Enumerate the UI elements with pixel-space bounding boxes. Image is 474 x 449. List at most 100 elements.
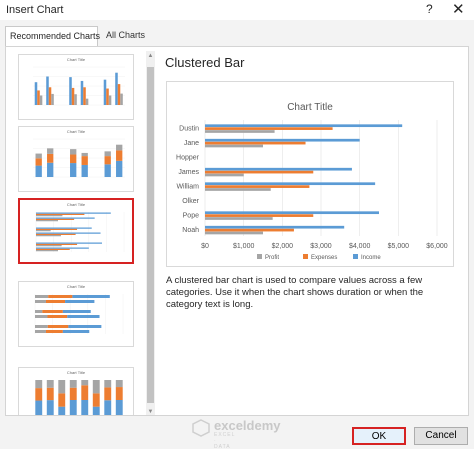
thumb-bar: [35, 165, 42, 177]
tab-recommended-charts[interactable]: Recommended Charts: [5, 26, 100, 46]
cancel-button[interactable]: Cancel: [414, 427, 468, 445]
thumb-bar: [36, 242, 102, 244]
thumb-bar: [70, 149, 77, 155]
thumb-bar: [36, 217, 95, 219]
thumb-bar: [104, 164, 111, 177]
y-category-label: Hopper: [176, 154, 200, 161]
thumb-bar: [36, 247, 89, 249]
thumb-bar: [35, 295, 49, 298]
x-tick-label: $3,000: [310, 243, 332, 250]
thumb-bar: [47, 153, 54, 163]
thumb-bar: [48, 295, 73, 298]
thumb-bar: [62, 330, 90, 333]
thumb-bar: [35, 400, 43, 415]
thumb-bar: [69, 77, 72, 105]
thumb-bar: [81, 400, 89, 415]
thumb-bar: [115, 387, 123, 400]
thumbnail-stacked-column[interactable]: Chart Title: [18, 126, 134, 192]
thumb-bar: [36, 218, 75, 220]
y-category-label: Pope: [183, 212, 199, 219]
bar-expenses: [205, 185, 310, 188]
thumb-bar: [92, 380, 100, 394]
window-title: Insert Chart: [6, 4, 64, 16]
scroll-thumb[interactable]: [147, 67, 154, 403]
chart-plot: $0 $1,000 $2,000 $3,000 $4,000 $5,000 $6,000 No…: [176, 120, 448, 261]
x-tick-label: $6,000: [426, 243, 448, 250]
thumbnail-stacked-bar[interactable]: Chart Title: [18, 281, 134, 347]
thumb-bar: [36, 248, 70, 250]
bar-income: [205, 138, 360, 142]
y-category-label: William: [176, 183, 199, 190]
thumb-bar: [36, 215, 63, 217]
tab-all-charts[interactable]: All Charts: [102, 26, 148, 46]
thumb-bar: [115, 380, 123, 388]
thumb-bar: [36, 233, 76, 235]
thumbnail-stacked-column-100[interactable]: Chart Title: [18, 367, 134, 415]
thumb-bar: [47, 148, 54, 154]
thumb-bar: [104, 380, 112, 388]
thumb-bar: [80, 80, 84, 105]
thumb-bar: [42, 310, 63, 313]
bar-profit: [205, 173, 244, 177]
thumb-bar: [108, 95, 112, 105]
thumb-bar: [47, 315, 68, 318]
thumb-bar: [35, 380, 43, 389]
bar-profit: [205, 217, 273, 220]
thumb-bar: [36, 245, 62, 247]
thumb-bar: [71, 87, 75, 105]
thumb-bar: [35, 310, 43, 313]
ok-button[interactable]: OK: [352, 427, 406, 445]
bar-profit: [205, 130, 275, 133]
thumb-bar: [36, 213, 85, 215]
thumb-bar: [34, 82, 38, 105]
y-category-label: Noah: [182, 227, 199, 234]
dialog-body: Recommended Charts All Charts Chart Titl…: [0, 20, 474, 449]
thumb-bar: [92, 393, 100, 407]
thumbnail-clustered-column[interactable]: Chart Title: [18, 54, 134, 120]
thumbnail-scrollbar[interactable]: ▲ ▼: [146, 51, 155, 415]
legend-label: Profit: [265, 255, 279, 261]
thumb-bar: [72, 295, 110, 298]
thumb-bar: [37, 90, 40, 105]
scroll-down-icon[interactable]: ▼: [146, 407, 155, 415]
thumb-bar: [46, 330, 63, 333]
thumb-bar: [81, 164, 88, 177]
y-category-label: Olker: [182, 198, 199, 205]
tab-panel: Chart Title Chart Title Chart Title Char…: [5, 46, 469, 416]
thumb-bar: [62, 310, 91, 313]
chart-type-title: Clustered Bar: [165, 55, 245, 70]
thumbnail-chart: [33, 66, 125, 106]
thumb-bar: [39, 95, 43, 105]
bar-income: [205, 182, 376, 186]
bar-income: [205, 225, 345, 229]
thumb-bar: [116, 160, 123, 177]
bar-profit: [205, 144, 263, 148]
thumb-bar: [81, 380, 89, 386]
legend-swatch: [303, 254, 308, 259]
watermark-name: exceldemy: [214, 418, 281, 433]
thumb-bar: [104, 400, 112, 415]
thumb-bar: [48, 87, 52, 105]
chart-preview: Chart Title $0 $1,000 $2,000 $3,000 $4,000 $5…: [166, 81, 454, 267]
thumb-bar: [85, 98, 89, 105]
thumb-bar: [65, 300, 95, 303]
thumb-bar: [117, 84, 121, 105]
thumb-bar: [58, 406, 66, 415]
x-tick-label: $5,000: [388, 243, 410, 250]
bar-income: [205, 124, 403, 128]
thumb-bar: [35, 158, 42, 166]
thumb-bar: [47, 325, 69, 328]
thumb-bar: [35, 153, 42, 159]
thumb-bar: [69, 380, 77, 388]
close-button[interactable]: ✕: [452, 0, 465, 18]
thumbnail-clustered-bar[interactable]: Chart Title: [18, 198, 134, 264]
help-button[interactable]: ?: [426, 2, 433, 16]
thumb-bar: [81, 385, 89, 400]
thumbnail-title: Chart Title: [66, 129, 86, 134]
thumbnail-title: Chart Title: [66, 370, 86, 375]
watermark-tagline: EXCEL · DATA · BI: [214, 432, 236, 449]
watermark-logo-icon: [192, 419, 210, 437]
thumb-bar: [68, 325, 102, 328]
bar-expenses: [205, 127, 333, 130]
scroll-up-icon[interactable]: ▲: [146, 51, 155, 61]
